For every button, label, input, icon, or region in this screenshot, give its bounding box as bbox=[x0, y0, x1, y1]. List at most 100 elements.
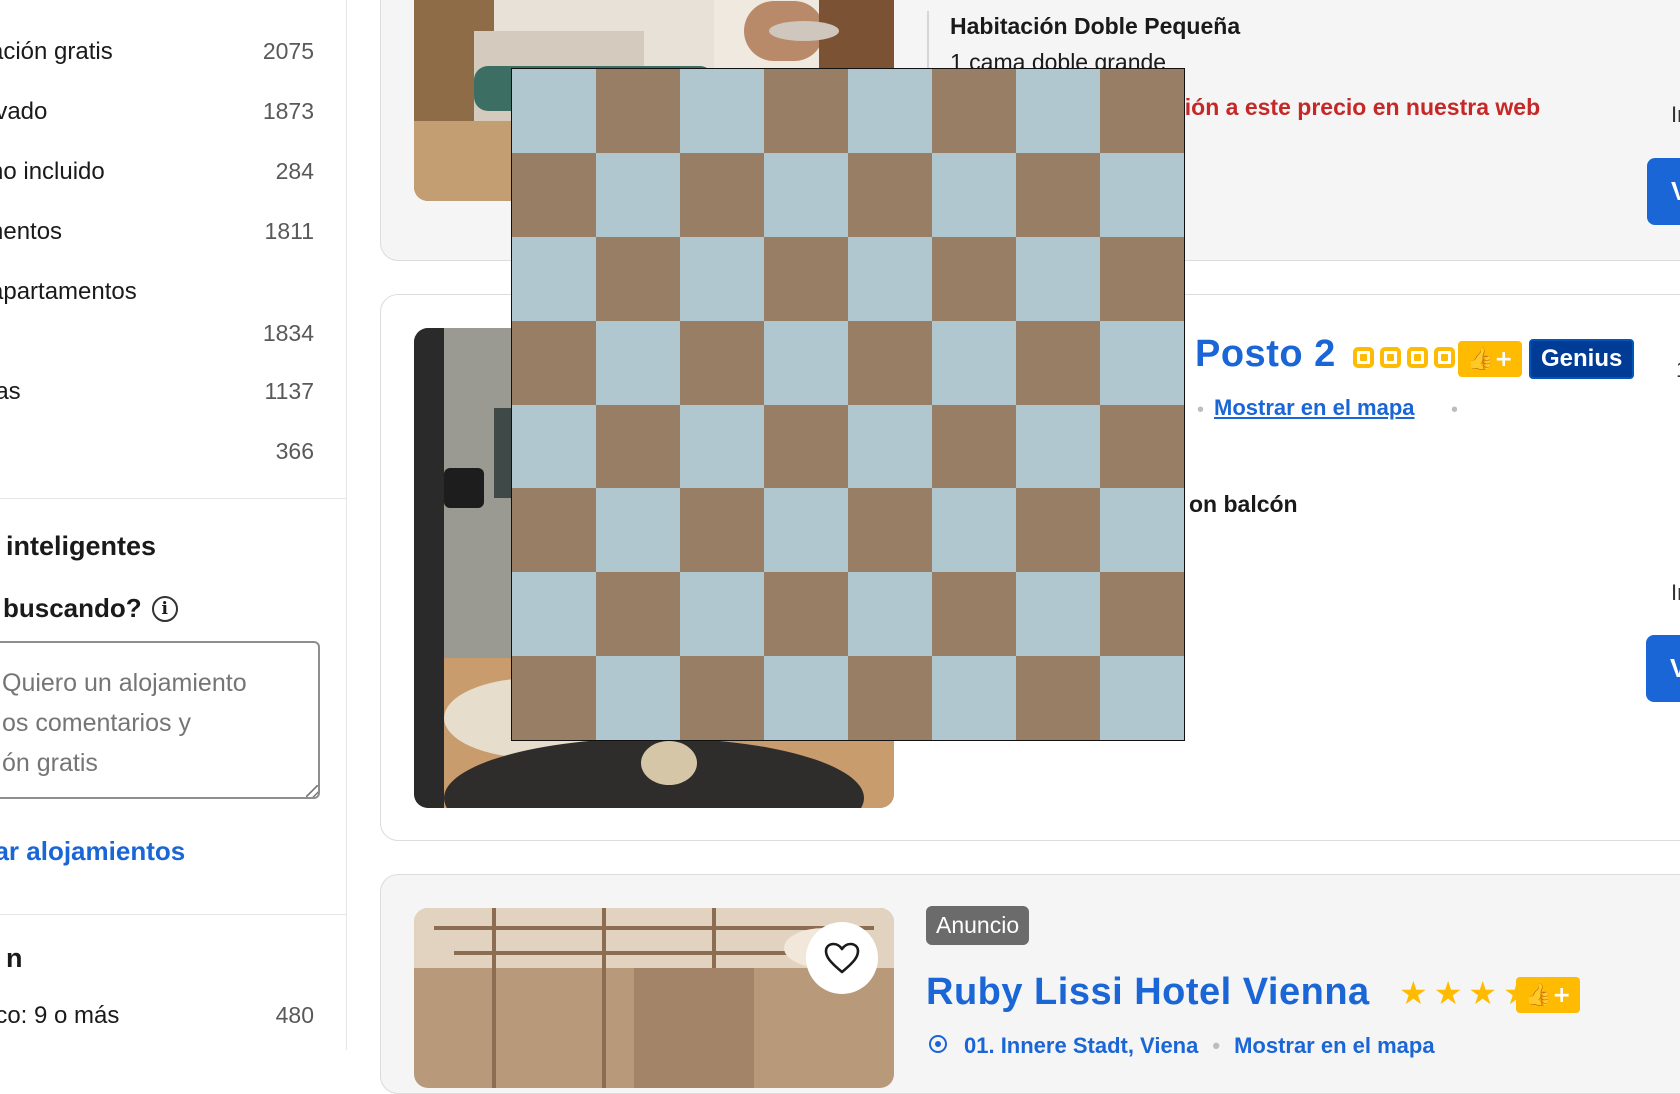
smart-question: buscando? i bbox=[3, 593, 178, 624]
price-label-cut: Ir bbox=[1671, 102, 1680, 127]
star-icon: ★ bbox=[1468, 974, 1498, 1012]
heart-icon bbox=[824, 942, 860, 974]
checker-cell bbox=[848, 656, 932, 740]
checker-cell bbox=[932, 236, 1016, 321]
checker-cell bbox=[764, 572, 848, 657]
filter-count: 284 bbox=[275, 158, 314, 184]
save-to-wishlist-button[interactable] bbox=[806, 922, 878, 994]
checker-cell bbox=[596, 572, 680, 657]
checker-cell bbox=[512, 404, 596, 489]
star-icon bbox=[1380, 347, 1401, 368]
room-name: Habitación Doble Pequeña bbox=[950, 13, 1241, 39]
checker-cell bbox=[680, 656, 764, 740]
star-rating bbox=[1353, 347, 1455, 368]
smart-filter-input[interactable] bbox=[0, 641, 320, 799]
checker-cell bbox=[680, 320, 764, 405]
checker-cell bbox=[848, 152, 932, 237]
filter-label: nentos bbox=[0, 218, 63, 245]
hotel-name[interactable]: Posto 2 bbox=[1195, 333, 1336, 376]
filter-label: las bbox=[0, 378, 21, 405]
checker-cell bbox=[1100, 404, 1184, 489]
star-icon bbox=[1353, 347, 1374, 368]
side-label-cut: 1 bbox=[1676, 357, 1680, 383]
checker-cell bbox=[932, 572, 1016, 657]
checker-cell bbox=[932, 488, 1016, 573]
checker-cell bbox=[596, 152, 680, 237]
checker-cell bbox=[932, 69, 1016, 153]
filter-count: 1873 bbox=[262, 98, 314, 124]
filter-label: ación gratis bbox=[0, 38, 113, 65]
search-properties-link[interactable]: car alojamientos bbox=[0, 836, 185, 867]
location-pin-icon bbox=[929, 1035, 947, 1053]
genius-badge: Genius bbox=[1529, 339, 1635, 379]
checkerboard-overlay-image bbox=[511, 68, 1185, 741]
checker-cell bbox=[596, 656, 680, 740]
checker-cell bbox=[680, 404, 764, 489]
checker-cell bbox=[848, 404, 932, 489]
filter-option[interactable]: nentos 1811 bbox=[0, 218, 314, 246]
filters-sidebar: ación gratis 2075 ivado 1873 no incluido… bbox=[0, 0, 347, 1050]
separator-dot: • bbox=[1451, 399, 1459, 421]
show-on-map-link[interactable]: Mostrar en el mapa bbox=[1214, 395, 1415, 421]
star-icon: ★ bbox=[1433, 974, 1463, 1012]
checker-cell bbox=[512, 320, 596, 405]
separator-dot: • bbox=[1197, 399, 1205, 421]
location-text: 01. Innere Stadt, Viena bbox=[964, 1033, 1199, 1058]
filter-option[interactable]: las 1137 bbox=[0, 378, 314, 406]
checker-cell bbox=[1016, 69, 1100, 153]
checker-cell bbox=[932, 404, 1016, 489]
checker-cell bbox=[1100, 572, 1184, 657]
checker-cell bbox=[1100, 69, 1184, 153]
hotel-name[interactable]: Ruby Lissi Hotel Vienna bbox=[926, 971, 1370, 1014]
checker-cell bbox=[764, 152, 848, 237]
checker-cell bbox=[1016, 236, 1100, 321]
show-on-map-link[interactable]: Mostrar en el mapa bbox=[1234, 1033, 1435, 1059]
filter-count: 1834 bbox=[262, 320, 314, 346]
checker-cell bbox=[848, 236, 932, 321]
checker-cell bbox=[932, 320, 1016, 405]
star-icon bbox=[1407, 347, 1428, 368]
checker-cell bbox=[596, 236, 680, 321]
view-availability-button[interactable]: V bbox=[1646, 635, 1680, 702]
checker-cell bbox=[764, 656, 848, 740]
filter-option[interactable]: ación gratis 2075 bbox=[0, 38, 314, 66]
checker-cell bbox=[596, 404, 680, 489]
checker-cell bbox=[1100, 236, 1184, 321]
checker-cell bbox=[596, 320, 680, 405]
filter-option[interactable]: ivado 1873 bbox=[0, 98, 314, 126]
filter-label: ico: 9 o más bbox=[0, 1002, 120, 1029]
checker-cell bbox=[764, 236, 848, 321]
checker-cell bbox=[680, 152, 764, 237]
resize-handle[interactable] bbox=[306, 785, 318, 797]
star-icon: ★ bbox=[1399, 974, 1428, 1012]
filter-label: no incluido bbox=[0, 158, 105, 185]
filter-label: apartamentos bbox=[0, 278, 137, 305]
checker-cell bbox=[1100, 320, 1184, 405]
checker-cell bbox=[512, 152, 596, 237]
smart-filters-title: inteligentes bbox=[6, 531, 157, 561]
checker-cell bbox=[680, 488, 764, 573]
checker-cell bbox=[848, 488, 932, 573]
location-line: 01. Innere Stadt, Viena • Mostrar en el … bbox=[926, 1033, 1435, 1059]
checker-cell bbox=[848, 320, 932, 405]
filter-count: 1811 bbox=[264, 218, 314, 244]
checker-cell bbox=[764, 320, 848, 405]
info-icon[interactable]: i bbox=[151, 595, 178, 622]
star-rating: ★ ★ ★ ★ bbox=[1399, 977, 1532, 1009]
checker-cell bbox=[1016, 152, 1100, 237]
checker-cell bbox=[1016, 488, 1100, 573]
filter-option[interactable]: 366 bbox=[0, 438, 314, 465]
filter-label: ivado bbox=[0, 98, 48, 125]
separator-dot: • bbox=[1212, 1033, 1221, 1058]
filter-option[interactable]: apartamentos 1834 bbox=[0, 278, 314, 347]
filter-option[interactable]: no incluido 284 bbox=[0, 158, 314, 186]
room-name: on balcón bbox=[1189, 491, 1298, 517]
checker-cell bbox=[764, 488, 848, 573]
smart-question-text: buscando? bbox=[3, 593, 142, 623]
section-divider bbox=[0, 498, 346, 499]
price-label-cut: Ir bbox=[1671, 580, 1680, 605]
checker-cell bbox=[680, 69, 764, 153]
filter-option[interactable]: ico: 9 o más 480 bbox=[0, 1002, 314, 1030]
view-availability-button[interactable]: V bbox=[1647, 158, 1680, 225]
checker-cell bbox=[680, 572, 764, 657]
